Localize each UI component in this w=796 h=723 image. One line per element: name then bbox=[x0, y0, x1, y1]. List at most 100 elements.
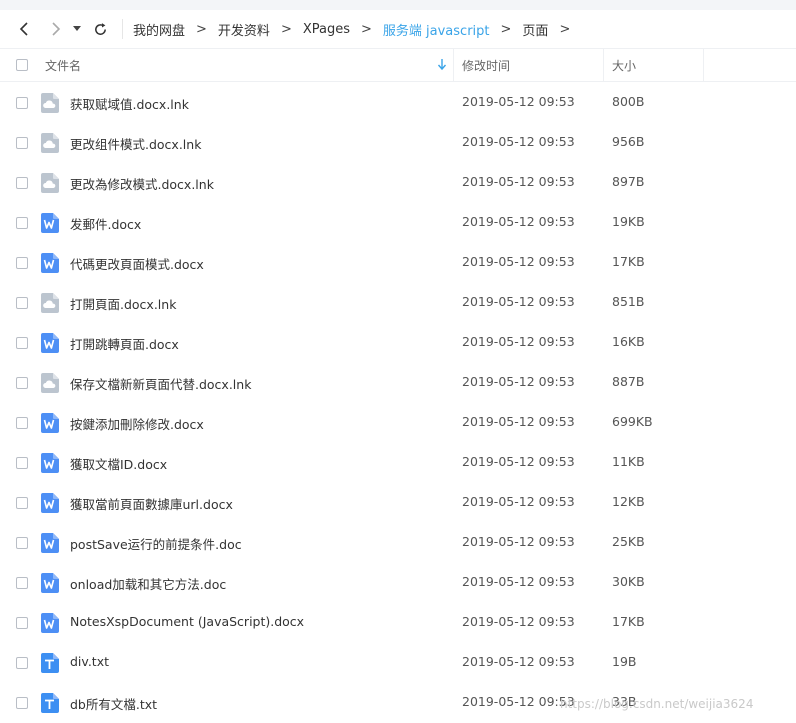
file-modified-time: 2019-05-12 09:53 bbox=[462, 694, 575, 709]
file-list: 获取赋域值.docx.lnk 2019-05-12 09:53 800B 更改组件模式… bbox=[0, 83, 796, 723]
file-row[interactable]: 獲取當前頁面數據庫url.docx 2019-05-12 09:53 12KB bbox=[0, 483, 796, 523]
file-row[interactable]: 打開頁面.docx.lnk 2019-05-12 09:53 851B bbox=[0, 283, 796, 323]
breadcrumb-separator-icon: > bbox=[280, 21, 292, 37]
file-size: 699KB bbox=[612, 414, 653, 429]
column-divider[interactable] bbox=[703, 49, 704, 81]
file-row[interactable]: 獲取文檔ID.docx 2019-05-12 09:53 11KB bbox=[0, 443, 796, 483]
shortcut-file-icon bbox=[41, 133, 59, 153]
arrow-down-icon[interactable] bbox=[437, 57, 447, 71]
file-name[interactable]: 保存文檔新新頁面代替.docx.lnk bbox=[70, 374, 251, 393]
breadcrumb-item-dev-materials[interactable]: 开发资料 bbox=[218, 20, 270, 39]
file-name[interactable]: div.txt bbox=[70, 654, 109, 669]
row-checkbox[interactable] bbox=[16, 657, 28, 669]
row-checkbox[interactable] bbox=[16, 177, 28, 189]
file-row[interactable]: 更改為修改模式.docx.lnk 2019-05-12 09:53 897B bbox=[0, 163, 796, 203]
file-name[interactable]: 打開頁面.docx.lnk bbox=[70, 294, 176, 313]
file-name[interactable]: onload加载和其它方法.doc bbox=[70, 574, 226, 593]
row-checkbox[interactable] bbox=[16, 537, 28, 549]
back-button[interactable] bbox=[10, 15, 38, 43]
file-row[interactable]: 发郵件.docx 2019-05-12 09:53 19KB bbox=[0, 203, 796, 243]
file-name[interactable]: 打開跳轉頁面.docx bbox=[70, 334, 179, 353]
file-modified-time: 2019-05-12 09:53 bbox=[462, 254, 575, 269]
shortcut-file-icon bbox=[41, 373, 59, 393]
file-row[interactable]: postSave运行的前提条件.doc 2019-05-12 09:53 25KB bbox=[0, 523, 796, 563]
file-row[interactable]: 保存文檔新新頁面代替.docx.lnk 2019-05-12 09:53 887B bbox=[0, 363, 796, 403]
file-modified-time: 2019-05-12 09:53 bbox=[462, 574, 575, 589]
file-name[interactable]: 獲取當前頁面數據庫url.docx bbox=[70, 494, 233, 513]
breadcrumb-item-xpages[interactable]: XPages bbox=[303, 22, 350, 37]
navigation-bar: 我的网盘 > 开发资料 > XPages > 服务端 javascript > … bbox=[0, 10, 796, 48]
file-modified-time: 2019-05-12 09:53 bbox=[462, 414, 575, 429]
file-name[interactable]: 发郵件.docx bbox=[70, 214, 141, 233]
forward-button[interactable] bbox=[42, 15, 70, 43]
row-checkbox[interactable] bbox=[16, 457, 28, 469]
file-row[interactable]: onload加载和其它方法.doc 2019-05-12 09:53 30KB bbox=[0, 563, 796, 603]
history-dropdown-button[interactable] bbox=[70, 15, 84, 43]
file-modified-time: 2019-05-12 09:53 bbox=[462, 534, 575, 549]
file-size: 800B bbox=[612, 94, 645, 109]
file-name[interactable]: 更改组件模式.docx.lnk bbox=[70, 134, 201, 153]
file-modified-time: 2019-05-12 09:53 bbox=[462, 334, 575, 349]
row-checkbox[interactable] bbox=[16, 417, 28, 429]
column-header-name[interactable]: 文件名 bbox=[45, 57, 81, 74]
file-size: 12KB bbox=[612, 494, 645, 509]
file-size: 887B bbox=[612, 374, 645, 389]
file-row[interactable]: NotesXspDocument (JavaScript).docx 2019-0… bbox=[0, 603, 796, 643]
file-row[interactable]: 按鍵添加刪除修改.docx 2019-05-12 09:53 699KB bbox=[0, 403, 796, 443]
breadcrumb-item-server-js[interactable]: 服务端 javascript bbox=[383, 20, 490, 39]
file-size: 25KB bbox=[612, 534, 645, 549]
file-row[interactable]: div.txt 2019-05-12 09:53 19B bbox=[0, 643, 796, 683]
file-name[interactable]: 更改為修改模式.docx.lnk bbox=[70, 174, 214, 193]
column-divider[interactable] bbox=[603, 49, 604, 81]
row-checkbox[interactable] bbox=[16, 297, 28, 309]
word-file-icon bbox=[41, 533, 59, 553]
column-divider[interactable] bbox=[453, 49, 454, 81]
file-name[interactable]: 按鍵添加刪除修改.docx bbox=[70, 414, 204, 433]
row-checkbox[interactable] bbox=[16, 97, 28, 109]
file-row[interactable]: 更改组件模式.docx.lnk 2019-05-12 09:53 956B bbox=[0, 123, 796, 163]
breadcrumb-item-my-drive[interactable]: 我的网盘 bbox=[133, 20, 185, 39]
shortcut-file-icon bbox=[41, 293, 59, 313]
top-strip bbox=[0, 0, 796, 10]
file-name[interactable]: 獲取文檔ID.docx bbox=[70, 454, 167, 473]
file-row[interactable]: 打開跳轉頁面.docx 2019-05-12 09:53 16KB bbox=[0, 323, 796, 363]
file-modified-time: 2019-05-12 09:53 bbox=[462, 294, 575, 309]
row-checkbox[interactable] bbox=[16, 257, 28, 269]
row-checkbox[interactable] bbox=[16, 577, 28, 589]
row-checkbox[interactable] bbox=[16, 137, 28, 149]
file-name[interactable]: 代碼更改頁面模式.docx bbox=[70, 254, 204, 273]
file-name[interactable]: db所有文檔.txt bbox=[70, 694, 157, 713]
file-name[interactable]: postSave运行的前提条件.doc bbox=[70, 534, 242, 553]
row-checkbox[interactable] bbox=[16, 617, 28, 629]
refresh-button[interactable] bbox=[86, 15, 114, 43]
row-checkbox[interactable] bbox=[16, 337, 28, 349]
word-file-icon bbox=[41, 573, 59, 593]
file-row[interactable]: 代碼更改頁面模式.docx 2019-05-12 09:53 17KB bbox=[0, 243, 796, 283]
caret-down-icon bbox=[73, 26, 81, 31]
file-name[interactable]: NotesXspDocument (JavaScript).docx bbox=[70, 614, 304, 629]
file-modified-time: 2019-05-12 09:53 bbox=[462, 614, 575, 629]
row-checkbox[interactable] bbox=[16, 217, 28, 229]
word-file-icon bbox=[41, 213, 59, 233]
column-header-size[interactable]: 大小 bbox=[612, 57, 636, 74]
file-row[interactable]: 获取赋域值.docx.lnk 2019-05-12 09:53 800B bbox=[0, 83, 796, 123]
select-all-checkbox[interactable] bbox=[16, 59, 28, 71]
chevron-left-icon bbox=[19, 22, 28, 36]
column-header-modified[interactable]: 修改时间 bbox=[462, 57, 510, 74]
file-size: 956B bbox=[612, 134, 645, 149]
file-size: 19KB bbox=[612, 214, 645, 229]
row-checkbox[interactable] bbox=[16, 497, 28, 509]
breadcrumb-item-pages[interactable]: 页面 bbox=[522, 20, 548, 39]
file-modified-time: 2019-05-12 09:53 bbox=[462, 134, 575, 149]
file-size: 30KB bbox=[612, 574, 645, 589]
breadcrumb-separator-icon: > bbox=[361, 21, 372, 37]
breadcrumb-separator-icon: > bbox=[559, 21, 571, 37]
chevron-right-icon bbox=[52, 22, 61, 36]
file-modified-time: 2019-05-12 09:53 bbox=[462, 214, 575, 229]
word-file-icon bbox=[41, 453, 59, 473]
file-size: 11KB bbox=[612, 454, 645, 469]
row-checkbox[interactable] bbox=[16, 697, 28, 709]
file-name[interactable]: 获取赋域值.docx.lnk bbox=[70, 94, 189, 113]
file-modified-time: 2019-05-12 09:53 bbox=[462, 94, 575, 109]
row-checkbox[interactable] bbox=[16, 377, 28, 389]
